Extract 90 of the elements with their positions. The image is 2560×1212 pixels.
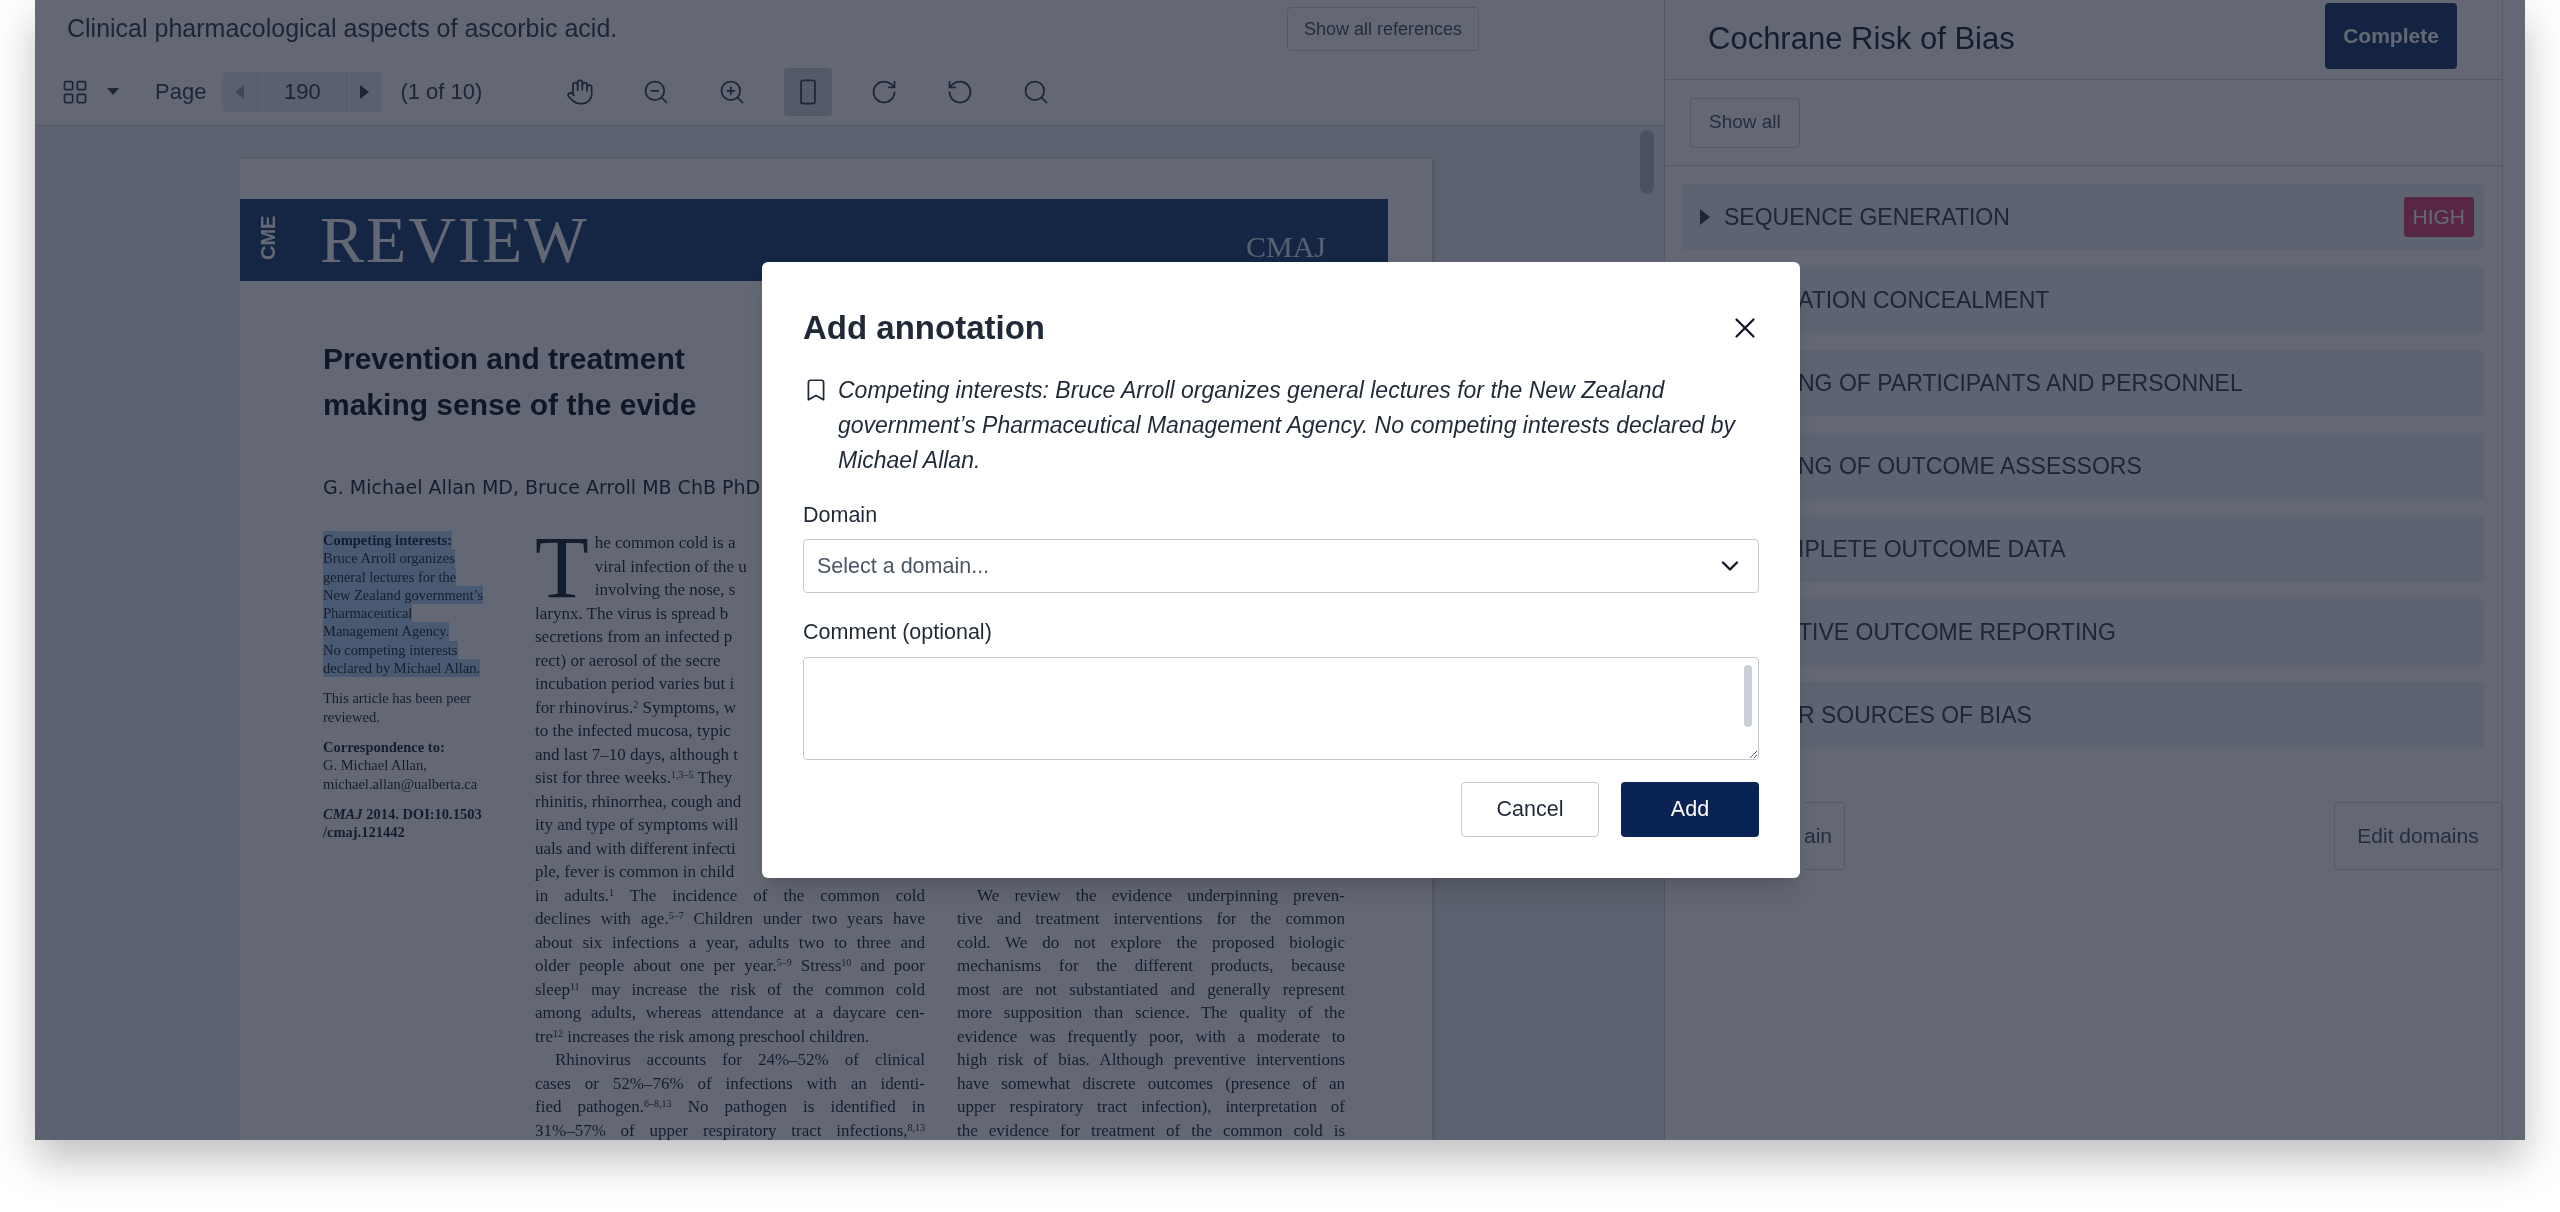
complete-button[interactable]: Complete <box>2325 2 2457 69</box>
text-line: for rhinovirus.$^{2}$ Symptoms, w <box>535 696 736 719</box>
text-line: tive and treatment interventions for the common <box>957 908 1345 930</box>
domain-row[interactable]: SEQUENCE GENERATION HIGH <box>1681 184 2484 250</box>
caret-icon <box>107 87 119 96</box>
sidebar-text: Bruce Arroll organizes <box>323 549 455 568</box>
text-line: declines with age.$^{5–7}$ Children under two years have <box>535 908 925 930</box>
text-line: about six infections a year, adults two to three and <box>535 931 925 954</box>
text-line: ple, fever is common in child <box>535 861 735 883</box>
author-line: G. Michael Allan MD, Bruce Arroll MB ChB PhD <box>323 475 761 500</box>
text-line: uals and with different infecti <box>535 837 736 860</box>
text-line: rect) or aerosol of the secre <box>535 649 721 672</box>
text-line: among adults, whereas attendance at a daycare cen- <box>535 1002 925 1024</box>
sidebar-text: Pharmaceutical <box>323 604 413 623</box>
panel-button[interactable]: Edit domains <box>2334 802 2502 870</box>
text-line: cold. We do not explore the proposed biologic <box>957 931 1345 954</box>
sidebar-text: New Zealand government’s <box>323 585 484 605</box>
text-line: sist for three weeks.$^{1,3–5}$ They <box>535 767 733 789</box>
text-line: viral infection of the u <box>594 555 747 578</box>
banner-title: REVIEW <box>320 207 589 273</box>
text-line: older people about one per year.$^{5–9}$ Stress$^{10}$ and poor <box>535 955 925 977</box>
text-line: incubation period varies but i <box>535 673 735 695</box>
panel-title: Cochrane Risk of Bias <box>1708 20 2015 59</box>
text-line: rhinitis, rhinorrhea, cough and <box>535 790 742 813</box>
article-title: making sense of the evide <box>323 387 697 423</box>
text-line: fied pathogen.$^{6–8,13}$ No pathogen is identified in <box>535 1096 925 1118</box>
sidebar-text: No competing interests <box>323 640 458 660</box>
domain-label: SEQUENCE GENERATION <box>1724 202 2010 232</box>
domain-label: ATION CONCEALMENT <box>1798 285 2050 315</box>
text-line: ity and type of symptoms will <box>535 814 739 836</box>
document-title: Clinical pharmacological aspects of ascorbic acid. <box>67 13 618 45</box>
text-line: more supposition than science. The quality of the <box>957 1002 1345 1024</box>
dialog-title: Add annotation <box>803 308 1045 349</box>
text-line: secretions from an infected p <box>535 626 733 648</box>
text-line: 31%–57% of upper respiratory tract infections,$^{8,13}$ <box>535 1119 925 1140</box>
text-line: and last 7–10 days, although t <box>535 743 739 766</box>
next-page-button[interactable] <box>346 71 383 112</box>
sidebar-text: declared by Michael Allan. <box>323 659 481 678</box>
sidebar-heading: Competing interests: <box>323 531 452 550</box>
article-title: Prevention and treatment <box>323 341 685 377</box>
text-line: tre$^{12}$ increases the risk among preschool children. <box>535 1025 870 1048</box>
sidebar-text: CMAJ 2014. DOI:10.1503 <box>323 804 482 824</box>
sidebar-text: This article has been peer <box>323 689 472 708</box>
scrollbar-thumb[interactable] <box>1744 665 1752 727</box>
page-count: (1 of 10) <box>400 78 483 106</box>
text-line: in adults.$^{1}$ The incidence of the common cold <box>535 884 925 907</box>
toolbar-button[interactable] <box>784 67 833 116</box>
add-button[interactable]: Add <box>1621 782 1759 837</box>
journal-name: CMAJ <box>1245 234 1326 260</box>
text-line: the evidence for treatment of the common cold is <box>957 1119 1345 1140</box>
sidebar-text: /cmaj.121442 <box>323 823 405 842</box>
text-line: he common cold is a <box>594 532 736 554</box>
text-line: most are not substantiated and generally represent <box>957 978 1345 1001</box>
sidebar-heading: Correspondence to: <box>323 737 445 757</box>
page-label: Page <box>155 78 207 106</box>
text-line: Rhinovirus accounts for 24%–52% of clinical <box>554 1049 925 1071</box>
sidebar-text: reviewed. <box>323 707 380 726</box>
domain-label: R SOURCES OF BIAS <box>1798 700 2032 730</box>
risk-badge: HIGH <box>2403 197 2474 237</box>
cancel-button[interactable]: Cancel <box>1461 782 1599 837</box>
text-line: cases or 52%–76% of infections with an identi- <box>535 1072 925 1095</box>
hand-icon <box>566 77 595 106</box>
domain-label: NG OF OUTCOME ASSESSORS <box>1798 451 2142 481</box>
text-line: mechanisms for the different products, because <box>957 955 1345 977</box>
panel-button[interactable]: ain <box>1804 802 1846 870</box>
sidebar-text: Management Agency. <box>323 622 450 641</box>
sidebar-text: G. Michael Allan, <box>323 756 427 775</box>
text-line: sleep$^{11}$ may increase the risk of the common cold <box>535 978 925 1001</box>
text-line: have somewhat discrete outcomes (presence of an <box>957 1072 1345 1095</box>
domain-select[interactable]: Select a domain... <box>803 539 1759 593</box>
show-all-button[interactable]: Show all <box>1690 97 1800 148</box>
text-line: to the infected mucosa, typic <box>535 720 731 742</box>
show-references-button[interactable]: Show all references <box>1286 7 1479 51</box>
comment-field[interactable] <box>803 657 1759 760</box>
sidebar-text: michael.allan@ualberta.ca <box>323 774 478 793</box>
text-line: We review the evidence underpinning preven- <box>976 884 1345 907</box>
previous-page-button[interactable] <box>222 71 259 112</box>
text-line: high risk of bias. Although preventive interventions <box>957 1049 1345 1071</box>
domain-label: TIVE OUTCOME REPORTING <box>1798 617 2116 647</box>
drop-cap: T <box>535 535 589 601</box>
text-line: involving the nose, s <box>594 579 736 601</box>
field-label: Domain <box>803 502 879 529</box>
domain-label: NG OF PARTICIPANTS AND PERSONNEL <box>1798 368 2243 398</box>
field-label: Comment (optional) <box>803 619 993 646</box>
text-line: upper respiratory tract infection), interpretation of <box>957 1096 1345 1118</box>
page-number-field[interactable]: 190 <box>258 71 347 112</box>
text-line: evidence was frequently poor, with a moderate to <box>957 1025 1345 1048</box>
domain-label: IPLETE OUTCOME DATA <box>1798 534 2066 564</box>
text-line: larynx. The virus is spread b <box>535 602 729 625</box>
expand-triangle-icon <box>1700 209 1710 225</box>
